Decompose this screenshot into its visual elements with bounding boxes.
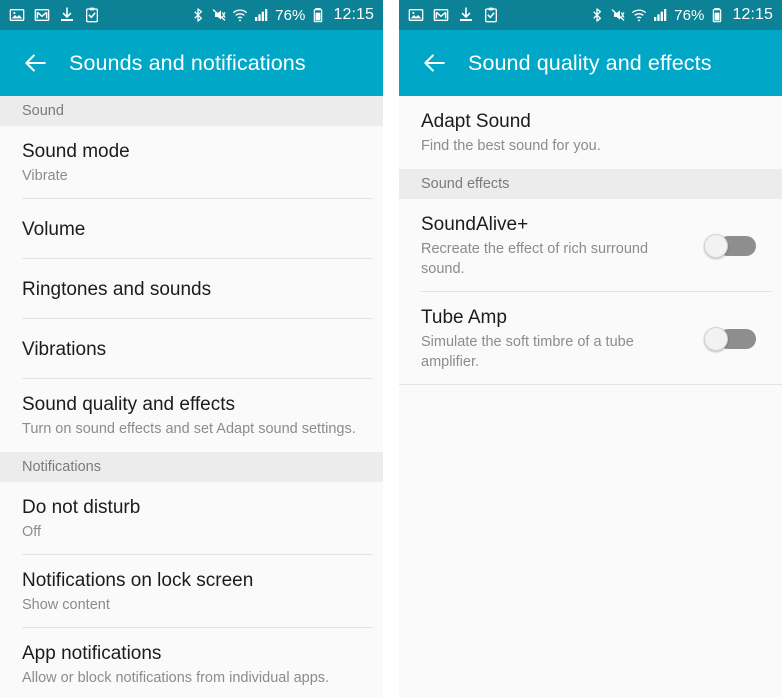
image-icon [9, 9, 25, 21]
signal-bars-icon [654, 9, 667, 21]
battery-percent-label: 76% [275, 6, 306, 24]
status-bar-right-icons: 76% 12:15 [589, 6, 773, 24]
list-item-texts: SoundAlive+ Recreate the effect of rich … [421, 213, 690, 279]
list-item-title: Volume [22, 218, 86, 240]
app-bar-right: Sound quality and effects [399, 30, 782, 96]
list-item-title: Tube Amp [421, 307, 507, 328]
list-item-volume[interactable]: Volume [0, 199, 383, 259]
list-item-subtitle: Find the best sound for you. [421, 138, 601, 154]
clock-label: 12:15 [333, 6, 374, 23]
vibrate-mute-icon [611, 9, 625, 21]
bluetooth-icon [194, 8, 203, 22]
list-item-subtitle: Simulate the soft timbre of a tube ampli… [421, 334, 634, 370]
list-item-subtitle: Show content [22, 597, 110, 613]
back-arrow-icon[interactable] [22, 50, 48, 76]
page-title: Sound quality and effects [468, 50, 712, 75]
page-title: Sounds and notifications [69, 50, 306, 75]
battery-icon [314, 8, 323, 23]
status-bar-left-icons [9, 7, 100, 23]
list-item-ringtones-and-sounds[interactable]: Ringtones and sounds [0, 259, 383, 319]
settings-list-right: Adapt Sound Find the best sound for you.… [399, 96, 782, 385]
download-icon [460, 7, 472, 21]
status-bar-left: 76% 12:15 [0, 0, 383, 30]
list-item-subtitle: Vibrate [22, 168, 68, 184]
status-bar-right: 76% 12:15 [399, 0, 782, 30]
vibrate-mute-icon [212, 9, 226, 21]
list-item-title: Sound quality and effects [22, 394, 236, 415]
clock-label: 12:15 [732, 6, 773, 23]
status-bar-left-icons [408, 7, 499, 23]
battery-percent-label: 76% [674, 6, 705, 24]
list-item-title: Adapt Sound [421, 111, 531, 132]
clipboard-check-icon [86, 7, 98, 23]
list-item-title: Do not disturb [22, 497, 141, 518]
list-item-title: Vibrations [22, 338, 107, 360]
list-item-notifications-on-lock-screen[interactable]: Notifications on lock screen Show conten… [0, 555, 383, 628]
wifi-icon [233, 9, 248, 22]
app-bar-left: Sounds and notifications [0, 30, 383, 96]
list-item-subtitle: Turn on sound effects and set Adapt soun… [22, 421, 356, 437]
list-item-subtitle: Allow or block notifications from indivi… [22, 670, 330, 686]
clipboard-check-icon [485, 7, 497, 23]
list-item-title: Ringtones and sounds [22, 278, 212, 300]
bluetooth-icon [593, 8, 602, 22]
gmail-icon [34, 9, 50, 21]
section-header-sound: Sound [0, 96, 383, 126]
list-item-app-notifications[interactable]: App notifications Allow or block notific… [0, 628, 383, 697]
list-item-title: Sound mode [22, 141, 130, 162]
list-item-texts: Tube Amp Simulate the soft timbre of a t… [421, 306, 690, 372]
dual-screenshot-container: 76% 12:15 Sounds and notifications Sound… [0, 0, 782, 697]
settings-list-left: Sound Sound mode Vibrate Volume Ringtone… [0, 96, 383, 697]
toggle-knob [704, 234, 728, 258]
list-item-title: Notifications on lock screen [22, 570, 254, 591]
section-header-sound-effects: Sound effects [399, 169, 782, 199]
wifi-icon [632, 9, 647, 22]
tube-amp-toggle[interactable] [704, 327, 756, 351]
list-item-soundalive-plus[interactable]: SoundAlive+ Recreate the effect of rich … [399, 199, 782, 292]
list-item-vibrations[interactable]: Vibrations [0, 319, 383, 379]
list-item-subtitle: Recreate the effect of rich surround sou… [421, 241, 649, 277]
list-item-title: SoundAlive+ [421, 214, 529, 235]
image-icon [408, 9, 424, 21]
right-phone-screen: 76% 12:15 Sound quality and effects Adap… [399, 0, 782, 697]
section-header-notifications: Notifications [0, 452, 383, 482]
list-item-title: App notifications [22, 643, 162, 664]
panel-separator [383, 0, 399, 697]
battery-icon [713, 8, 722, 23]
toggle-knob [704, 327, 728, 351]
soundalive-plus-toggle[interactable] [704, 234, 756, 258]
download-icon [61, 7, 73, 21]
left-phone-screen: 76% 12:15 Sounds and notifications Sound… [0, 0, 383, 697]
list-item-tube-amp[interactable]: Tube Amp Simulate the soft timbre of a t… [399, 292, 782, 385]
list-item-adapt-sound[interactable]: Adapt Sound Find the best sound for you. [399, 96, 782, 169]
status-bar-right-icons: 76% 12:15 [190, 6, 374, 24]
list-item-subtitle: Off [22, 524, 42, 540]
list-item-sound-mode[interactable]: Sound mode Vibrate [0, 126, 383, 199]
list-item-do-not-disturb[interactable]: Do not disturb Off [0, 482, 383, 555]
signal-bars-icon [255, 9, 268, 21]
gmail-icon [433, 9, 449, 21]
back-arrow-icon[interactable] [421, 50, 447, 76]
list-item-sound-quality-and-effects[interactable]: Sound quality and effects Turn on sound … [0, 379, 383, 452]
